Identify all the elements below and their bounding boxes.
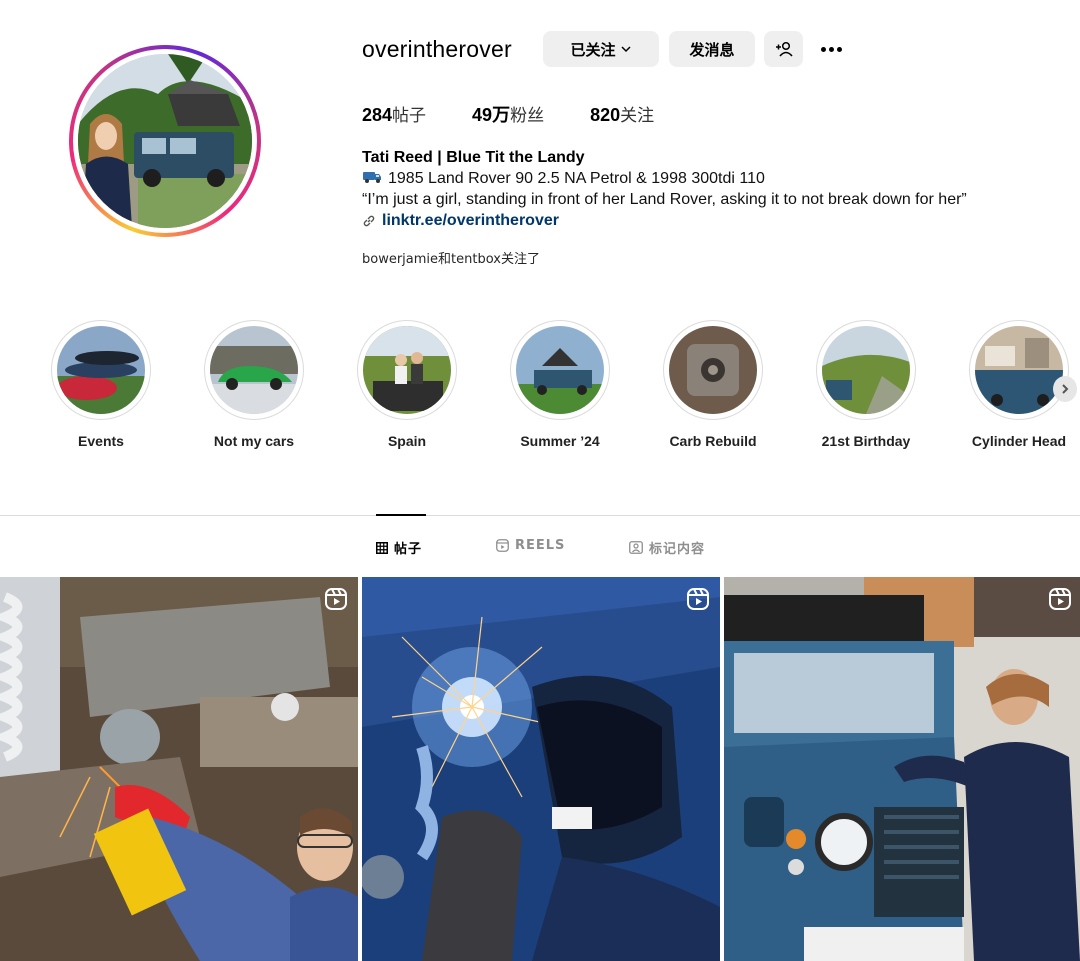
- highlight-cover: [822, 326, 910, 414]
- avatar-photo: [78, 54, 252, 228]
- message-label: 发消息: [689, 40, 735, 59]
- chevron-right-icon: [1062, 384, 1069, 394]
- highlight-cover: [363, 326, 451, 414]
- highlight-label: Spain: [387, 433, 427, 449]
- reel-icon: [687, 588, 709, 610]
- highlight-cover: [975, 326, 1063, 414]
- bio-line-1: 1985 Land Rover 90 2.5 NA Petrol & 1998 …: [362, 170, 765, 188]
- highlight-label: Events: [78, 433, 124, 449]
- followed-by-text[interactable]: bowerjamie和tentbox关注了: [362, 248, 540, 267]
- reel-icon: [325, 588, 347, 610]
- tabs-divider: [0, 515, 1080, 516]
- tab-tagged-label: 标记内容: [649, 542, 706, 557]
- posts-stat[interactable]: 284帖子: [362, 101, 426, 127]
- highlight-events[interactable]: Events: [41, 320, 161, 449]
- highlight-carb-rebuild[interactable]: Carb Rebuild: [653, 320, 773, 449]
- highlight-21st-birthday[interactable]: 21st Birthday: [806, 320, 926, 449]
- highlight-summer-24[interactable]: Summer ’24: [500, 320, 620, 449]
- post-image: [724, 577, 1080, 961]
- followers-stat[interactable]: 49万粉丝: [472, 101, 544, 127]
- following-dropdown-button[interactable]: 已关注: [543, 31, 659, 67]
- highlight-label: Summer ’24: [520, 433, 600, 449]
- reel-icon: [1049, 588, 1071, 610]
- profile-stats: 284帖子 49万粉丝 820关注: [362, 101, 700, 127]
- profile-link-text[interactable]: linktr.ee/overintherover: [382, 212, 559, 230]
- link-icon: [363, 215, 375, 227]
- tab-posts-label: 帖子: [394, 542, 423, 557]
- more-icon: [820, 46, 826, 52]
- profile-avatar[interactable]: [69, 45, 261, 237]
- chevron-down-icon: [620, 46, 631, 53]
- highlight-label: 21st Birthday: [821, 433, 911, 449]
- highlight-cover: [516, 326, 604, 414]
- truck-emoji-icon: [363, 172, 381, 183]
- post-tile[interactable]: [724, 577, 1080, 961]
- highlight-cover: [669, 326, 757, 414]
- bio-line-2: “I’m just a girl, standing in front of h…: [362, 191, 967, 208]
- tab-reels-label: REELS: [515, 538, 566, 553]
- highlight-label: Carb Rebuild: [669, 433, 757, 449]
- tab-posts[interactable]: 帖子: [376, 538, 422, 557]
- highlight-cover: [210, 326, 298, 414]
- following-label: 已关注: [570, 40, 616, 59]
- reel-icon: [496, 539, 509, 552]
- following-stat[interactable]: 820关注: [590, 101, 654, 127]
- post-tile[interactable]: [0, 577, 358, 961]
- highlight-spain[interactable]: Spain: [347, 320, 467, 449]
- highlights-next-button[interactable]: [1053, 376, 1077, 402]
- profile-full-name: Tati Reed | Blue Tit the Landy: [362, 149, 585, 166]
- highlight-label: Cylinder Head: [971, 433, 1067, 449]
- add-user-button[interactable]: [764, 31, 803, 67]
- grid-icon: [376, 541, 388, 554]
- tagged-user-icon: [629, 541, 643, 554]
- highlight-cover: [57, 326, 145, 414]
- highlight-not-my-cars[interactable]: Not my cars: [194, 320, 314, 449]
- profile-link[interactable]: linktr.ee/overintherover: [362, 212, 559, 230]
- add-user-icon: [775, 41, 793, 57]
- post-tile[interactable]: [362, 577, 720, 961]
- message-button[interactable]: 发消息: [669, 31, 755, 67]
- more-options-button[interactable]: [815, 36, 847, 62]
- tab-tagged[interactable]: 标记内容: [629, 538, 705, 557]
- post-image: [0, 577, 358, 961]
- highlight-label: Not my cars: [213, 433, 295, 449]
- tab-reels[interactable]: REELS: [496, 538, 565, 553]
- profile-username: overintherover: [362, 36, 512, 62]
- active-tab-indicator: [376, 514, 426, 516]
- post-image: [362, 577, 720, 961]
